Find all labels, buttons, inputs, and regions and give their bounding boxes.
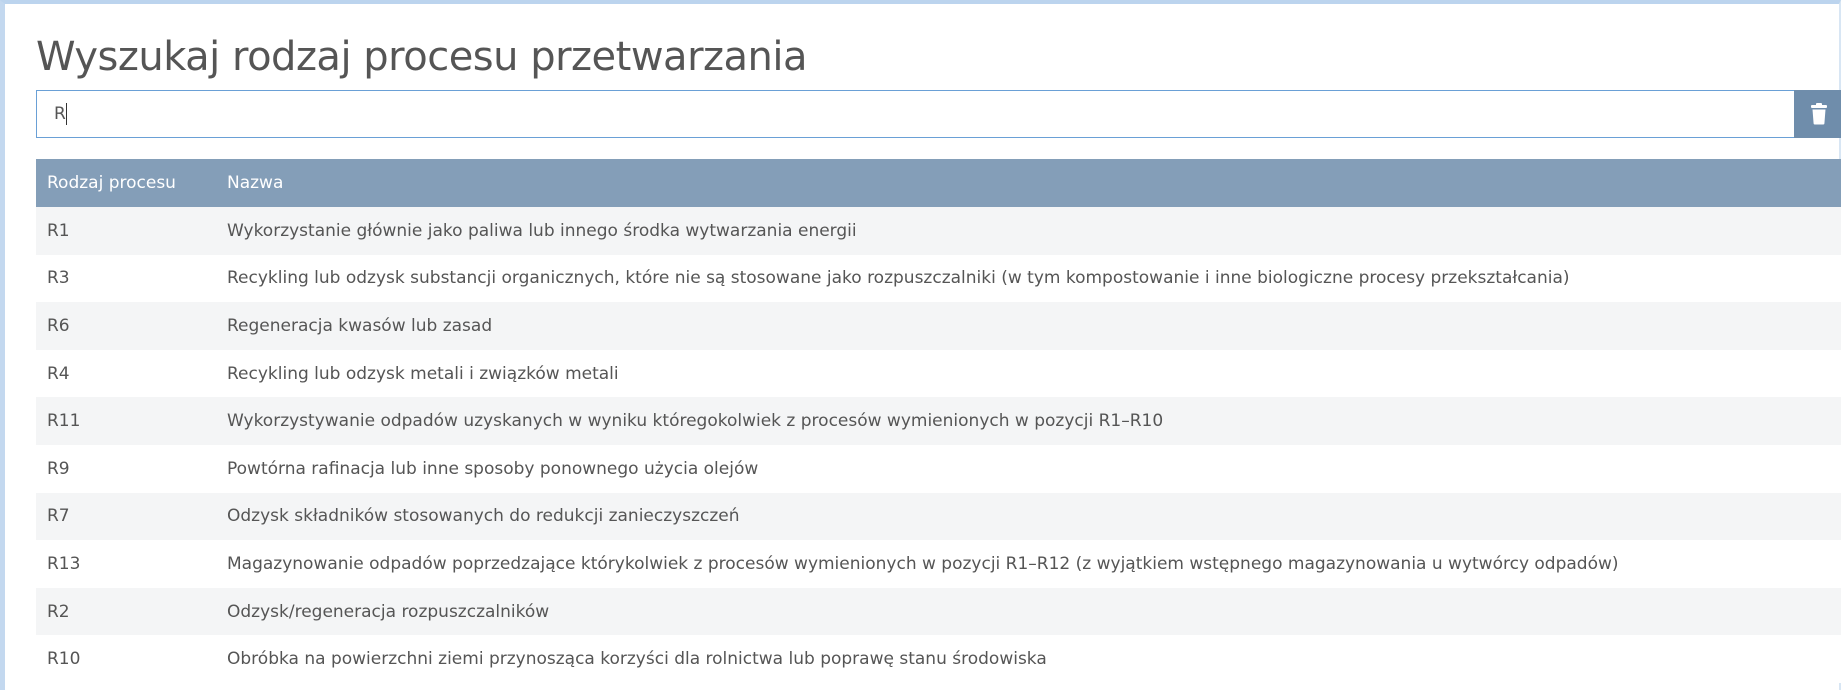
search-bar bbox=[36, 90, 1841, 138]
text-cursor bbox=[66, 103, 67, 125]
process-name-cell: Odzysk składników stosowanych do redukcj… bbox=[216, 492, 1841, 541]
dialog-frame: Wyszukaj rodzaj procesu przetwarzania Ro… bbox=[0, 0, 1841, 690]
process-table: Rodzaj procesu Nazwa R1 Wykorzystanie głó… bbox=[36, 159, 1841, 683]
process-code-cell: R4 bbox=[36, 349, 216, 398]
process-code-cell: R2 bbox=[36, 587, 216, 636]
table-row[interactable]: R10 Obróbka na powierzchni ziemi przynosz… bbox=[36, 635, 1841, 683]
table-row[interactable]: R4 Recykling lub odzysk metali i związków… bbox=[36, 349, 1841, 398]
process-name-cell: Obróbka na powierzchni ziemi przynosząca… bbox=[216, 635, 1841, 683]
table-header-row: Rodzaj procesu Nazwa bbox=[36, 159, 1841, 207]
process-code-cell: R9 bbox=[36, 444, 216, 493]
page-title: Wyszukaj rodzaj procesu przetwarzania bbox=[36, 34, 808, 80]
process-name-cell: Magazynowanie odpadów poprzedzające któr… bbox=[216, 540, 1841, 588]
process-code-cell: R6 bbox=[36, 302, 216, 350]
process-code-cell: R7 bbox=[36, 492, 216, 541]
table-row[interactable]: R9 Powtórna rafinacja lub inne sposoby po… bbox=[36, 444, 1841, 493]
clear-search-button[interactable] bbox=[1794, 90, 1841, 138]
search-input[interactable] bbox=[36, 90, 1794, 138]
process-code-cell: R3 bbox=[36, 254, 216, 303]
table-row[interactable]: R11 Wykorzystywanie odpadów uzyskanych w … bbox=[36, 397, 1841, 445]
process-code-cell: R1 bbox=[36, 207, 216, 255]
table-row[interactable]: R2 Odzysk/regeneracja rozpuszczalników bbox=[36, 587, 1841, 636]
process-name-cell: Powtórna rafinacja lub inne sposoby pono… bbox=[216, 444, 1841, 493]
table-row[interactable]: R13 Magazynowanie odpadów poprzedzające k… bbox=[36, 540, 1841, 588]
column-header-process-type[interactable]: Rodzaj procesu bbox=[36, 159, 216, 207]
column-header-name[interactable]: Nazwa bbox=[216, 159, 1841, 207]
process-code-cell: R13 bbox=[36, 540, 216, 588]
process-name-cell: Regeneracja kwasów lub zasad bbox=[216, 302, 1841, 350]
table-row[interactable]: R6 Regeneracja kwasów lub zasad bbox=[36, 302, 1841, 350]
process-name-cell: Recykling lub odzysk metali i związków m… bbox=[216, 349, 1841, 398]
process-name-cell: Wykorzystywanie odpadów uzyskanych w wyn… bbox=[216, 397, 1841, 445]
process-code-cell: R11 bbox=[36, 397, 216, 445]
table-row[interactable]: R3 Recykling lub odzysk substancji organi… bbox=[36, 254, 1841, 303]
table-row[interactable]: R1 Wykorzystanie głównie jako paliwa lub … bbox=[36, 207, 1841, 255]
process-name-cell: Recykling lub odzysk substancji organicz… bbox=[216, 254, 1841, 303]
process-code-cell: R10 bbox=[36, 635, 216, 683]
process-name-cell: Odzysk/regeneracja rozpuszczalników bbox=[216, 587, 1841, 636]
trash-icon bbox=[1811, 103, 1827, 125]
process-name-cell: Wykorzystanie głównie jako paliwa lub in… bbox=[216, 207, 1841, 255]
table-row[interactable]: R7 Odzysk składników stosowanych do reduk… bbox=[36, 492, 1841, 541]
